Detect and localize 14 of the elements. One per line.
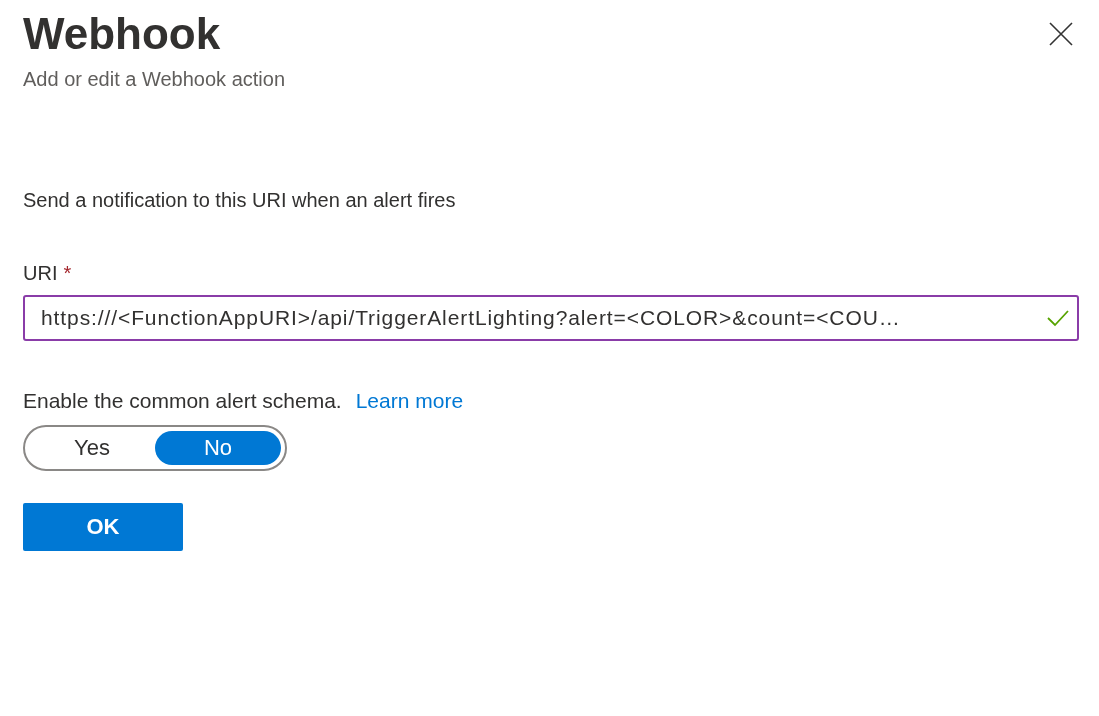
description-text: Send a notification to this URI when an alert fires xyxy=(23,189,457,212)
field-label: URI xyxy=(23,262,58,285)
uri-field[interactable]: https:///<FunctionAppURI>/api/TriggerAlertLighting?alert=<COLOR>&count=<COU… xyxy=(23,295,1079,341)
schema-label: Enable the common alert schema. xyxy=(23,389,342,413)
required-mark: * xyxy=(63,262,72,285)
yes-no-toggle[interactable]: Yes No xyxy=(23,425,287,471)
panel-title: Webhook xyxy=(23,8,222,60)
learn-more-link[interactable]: Learn more xyxy=(355,389,464,413)
toggle-option[interactable]: No xyxy=(155,431,281,465)
close-icon[interactable] xyxy=(1049,22,1073,46)
panel-subtitle: Add or edit a Webhook action xyxy=(23,68,286,91)
toggle-option[interactable]: Yes xyxy=(29,431,155,465)
uri-value: https:///<FunctionAppURI>/api/TriggerAlertLighting?alert=<COLOR>&count=<COU… xyxy=(41,306,902,330)
ok-button[interactable]: OK xyxy=(23,503,183,551)
